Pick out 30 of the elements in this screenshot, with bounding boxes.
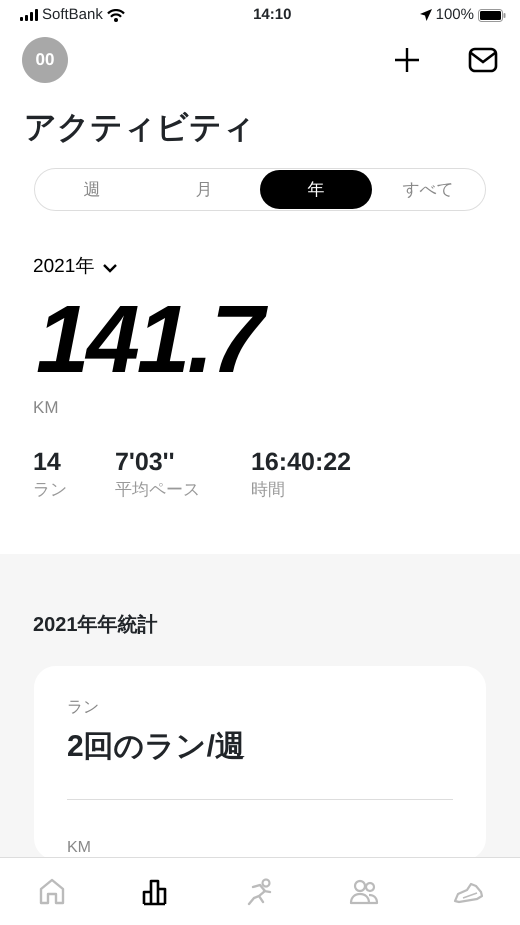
distance-value: 141.7	[30, 282, 278, 398]
card-label: KM	[67, 838, 92, 857]
stat-value: 7'03''	[115, 449, 175, 477]
card-value: 2回のラン/週	[67, 724, 453, 800]
card-label: ラン	[67, 698, 100, 718]
stat-value: 16:40:22	[251, 449, 352, 477]
stat-label: 時間	[251, 478, 285, 501]
carrier-name: SoftBank	[42, 4, 103, 25]
year-dropdown[interactable]: 2021年	[33, 253, 118, 282]
location-arrow-icon	[420, 9, 432, 21]
period-tab[interactable]: 月	[148, 170, 260, 210]
status-time: 14:10	[253, 4, 292, 25]
battery-percent: 100%	[436, 4, 474, 25]
avatar[interactable]: 00	[22, 37, 68, 83]
period-tab[interactable]: すべて	[372, 170, 484, 210]
wifi-icon	[106, 8, 125, 22]
plus-icon[interactable]	[394, 47, 420, 73]
stat-label: 平均ペース	[115, 478, 200, 501]
stat-value: 14	[33, 449, 61, 477]
distance-unit: KM	[33, 397, 58, 420]
section-title: 2021年年統計	[33, 613, 158, 638]
mail-icon[interactable]	[468, 47, 498, 73]
stat-label: ラン	[33, 478, 67, 501]
period-tab[interactable]: 週	[36, 170, 148, 210]
period-tab[interactable]: 年	[260, 170, 372, 210]
chevron-down-icon	[102, 262, 118, 273]
signal-icon	[20, 9, 38, 21]
page-title: アクティビティ	[24, 108, 256, 146]
battery-icon	[478, 8, 506, 22]
home-icon	[37, 876, 67, 906]
